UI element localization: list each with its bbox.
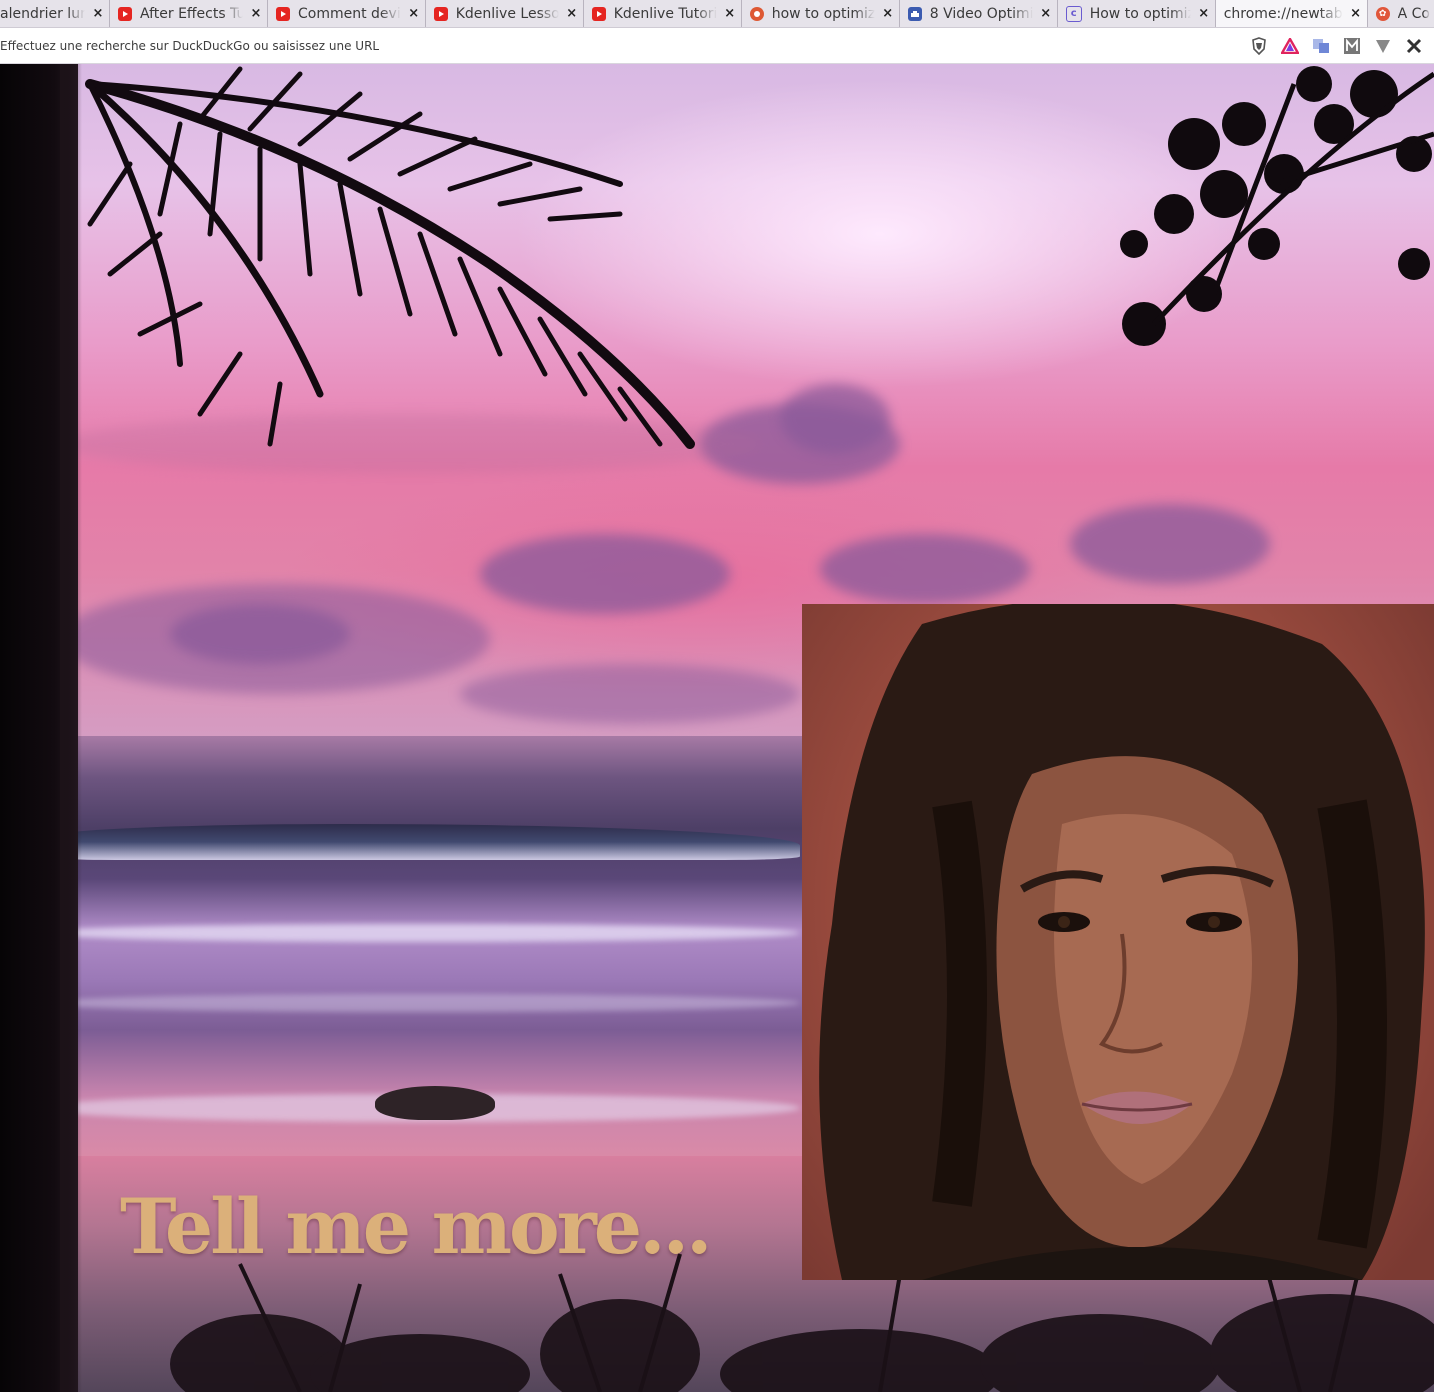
tab-calendar[interactable]: alendrier luna × <box>0 0 110 27</box>
tab-newtab[interactable]: chrome://newtab × <box>1215 0 1368 27</box>
tab-title: After Effects Tu <box>140 5 243 22</box>
close-icon[interactable]: × <box>1039 6 1053 21</box>
cloud <box>780 384 890 454</box>
v-extension-icon[interactable] <box>1372 35 1394 57</box>
close-icon[interactable]: × <box>249 6 263 21</box>
m-extension-icon[interactable] <box>1341 35 1363 57</box>
tab-a-co[interactable]: ✿ A Co <box>1368 0 1434 27</box>
tree-leaves <box>1120 66 1434 346</box>
close-icon[interactable]: × <box>1197 6 1211 21</box>
page-headline: Tell me more... <box>120 1182 712 1271</box>
puzzle-icon <box>907 6 922 21</box>
tab-8-video-optimization[interactable]: 8 Video Optimi × <box>900 0 1058 27</box>
cloud <box>460 664 800 724</box>
tab-comment[interactable]: Comment devi × <box>268 0 426 27</box>
tab-after-effects[interactable]: After Effects Tu × <box>110 0 268 27</box>
youtube-icon <box>433 6 448 21</box>
tab-how-to-optimize[interactable]: c How to optimiz × <box>1058 0 1216 27</box>
sea-foam <box>40 924 800 942</box>
translate-icon[interactable] <box>1310 35 1332 57</box>
cloud <box>820 534 1030 604</box>
tab-title: A Co <box>1397 5 1430 22</box>
palm-fronds <box>85 66 695 449</box>
cloud <box>1070 504 1270 584</box>
browser-toolbar <box>0 28 1434 64</box>
tab-title: chrome://newtab <box>1223 5 1343 22</box>
tab-strip: alendrier luna × After Effects Tu × Comm… <box>0 0 1434 28</box>
tab-title: how to optimiz <box>771 5 875 22</box>
tab-title: alendrier luna <box>0 5 85 22</box>
brave-shield-icon[interactable] <box>1248 35 1270 57</box>
tab-title: 8 Video Optimi <box>929 5 1033 22</box>
tab-title: Kdenlive Lesso <box>455 5 559 22</box>
close-icon[interactable]: × <box>565 6 579 21</box>
address-bar[interactable] <box>0 28 1248 63</box>
a-logo-icon: ✿ <box>1375 6 1390 21</box>
portrait-image <box>802 604 1434 1280</box>
palm-trunk <box>0 64 82 1392</box>
close-icon[interactable]: × <box>1349 6 1363 21</box>
beach-rock <box>375 1086 495 1120</box>
c-logo-icon: c <box>1065 5 1082 22</box>
brave-rewards-icon[interactable] <box>1279 35 1301 57</box>
tab-kdenlive-tutorial[interactable]: Kdenlive Tutori × <box>584 0 742 27</box>
tab-kdenlive-lesson[interactable]: Kdenlive Lesso × <box>426 0 584 27</box>
youtube-icon <box>276 6 290 21</box>
tab-title: Comment devi <box>298 5 401 22</box>
cloud <box>480 534 730 614</box>
tab-title: How to optimiz <box>1089 5 1191 22</box>
youtube-icon <box>118 6 132 21</box>
close-icon[interactable]: × <box>91 6 105 21</box>
sea-foam <box>40 994 800 1012</box>
duckduckgo-icon <box>749 6 764 21</box>
tab-title: Kdenlive Tutori <box>613 5 717 22</box>
background-photo: Tell me more... <box>0 64 1434 1392</box>
close-icon[interactable]: × <box>723 6 737 21</box>
cloud <box>170 604 350 664</box>
close-icon[interactable]: × <box>881 6 895 21</box>
tab-how-to-optimize-ddg[interactable]: how to optimiz × <box>742 0 900 27</box>
youtube-icon <box>591 6 606 21</box>
close-icon[interactable]: × <box>407 6 421 21</box>
puzzle-extension-icon[interactable] <box>1403 35 1425 57</box>
